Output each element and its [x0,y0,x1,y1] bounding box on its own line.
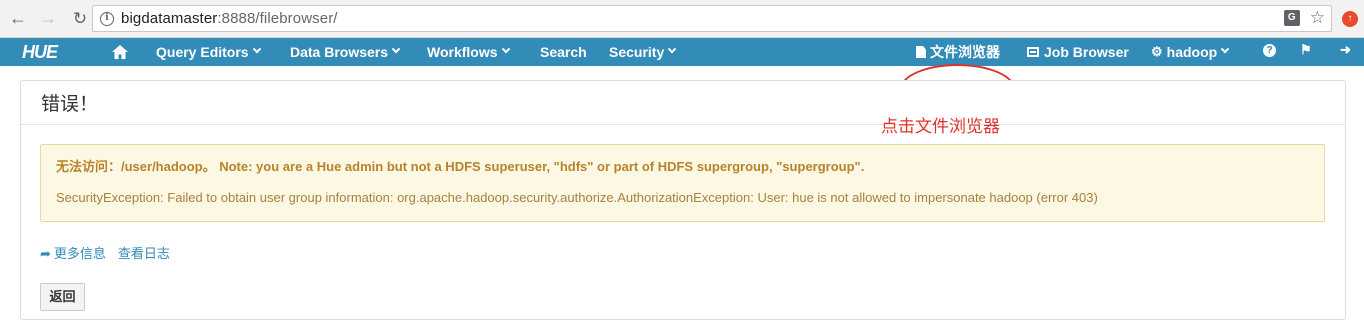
nav-user-menu[interactable]: ⚙ hadoop [1151,44,1230,60]
home-icon[interactable] [111,43,129,61]
back-arrow-icon[interactable]: ← [6,7,30,31]
logout-icon[interactable]: ➜ [1340,42,1351,58]
back-button[interactable]: 返回 [40,283,85,311]
hue-navbar: HUE Query Editors Data Browsers Workflow… [0,38,1364,114]
chevron-down-icon [668,44,677,54]
bookmark-star-icon[interactable]: ☆ [1310,9,1325,26]
address-bar[interactable]: i bigdatamaster:8888/filebrowser/ G ☆ [92,5,1332,32]
forward-arrow-icon[interactable]: → [36,7,60,31]
hue-logo[interactable]: HUE [22,42,78,63]
nav-query-editors[interactable]: Query Editors [156,44,261,60]
browser-toolbar: ← → ↻ i bigdatamaster:8888/filebrowser/ … [0,0,1364,38]
nav-file-browser[interactable]: 文件浏览器 [916,42,1000,62]
help-icon[interactable]: ? [1263,44,1276,57]
nav-job-browser[interactable]: Job Browser [1027,44,1129,60]
info-icon[interactable]: i [100,11,114,26]
chevron-down-icon [1220,44,1230,54]
flag-icon[interactable]: ⚑ [1300,42,1312,58]
view-logs-link[interactable]: 查看日志 [118,243,170,262]
extension-icon[interactable]: ↑ [1342,11,1358,27]
annotation-text: 点击文件浏览器 [881,117,1000,136]
nav-data-browsers[interactable]: Data Browsers [290,44,401,60]
page-title: 错误！ [21,81,1345,125]
more-info-link[interactable]: ➦ 更多信息 [40,243,106,262]
file-icon [916,46,926,58]
nav-search[interactable]: Search [540,44,587,60]
chevron-down-icon [501,44,510,54]
warning-alert: 无法访问：/user/hadoop。 Note: you are a Hue a… [40,144,1325,222]
reload-icon[interactable]: ↻ [68,7,92,31]
chevron-down-icon [391,44,401,54]
url-text[interactable]: bigdatamaster:8888/filebrowser/ [121,10,338,27]
alert-title: 无法访问：/user/hadoop。 Note: you are a Hue a… [56,159,865,174]
list-icon [1027,47,1039,57]
chevron-down-icon [252,44,261,54]
nav-security[interactable]: Security [609,44,677,60]
nav-workflows[interactable]: Workflows [427,44,510,60]
translate-icon[interactable]: G [1283,10,1300,26]
cogs-icon: ⚙ [1151,44,1163,59]
error-links: ➦ 更多信息 查看日志 [40,243,170,262]
alert-detail: SecurityException: Failed to obtain user… [56,190,1098,205]
share-icon: ➦ [40,246,51,261]
